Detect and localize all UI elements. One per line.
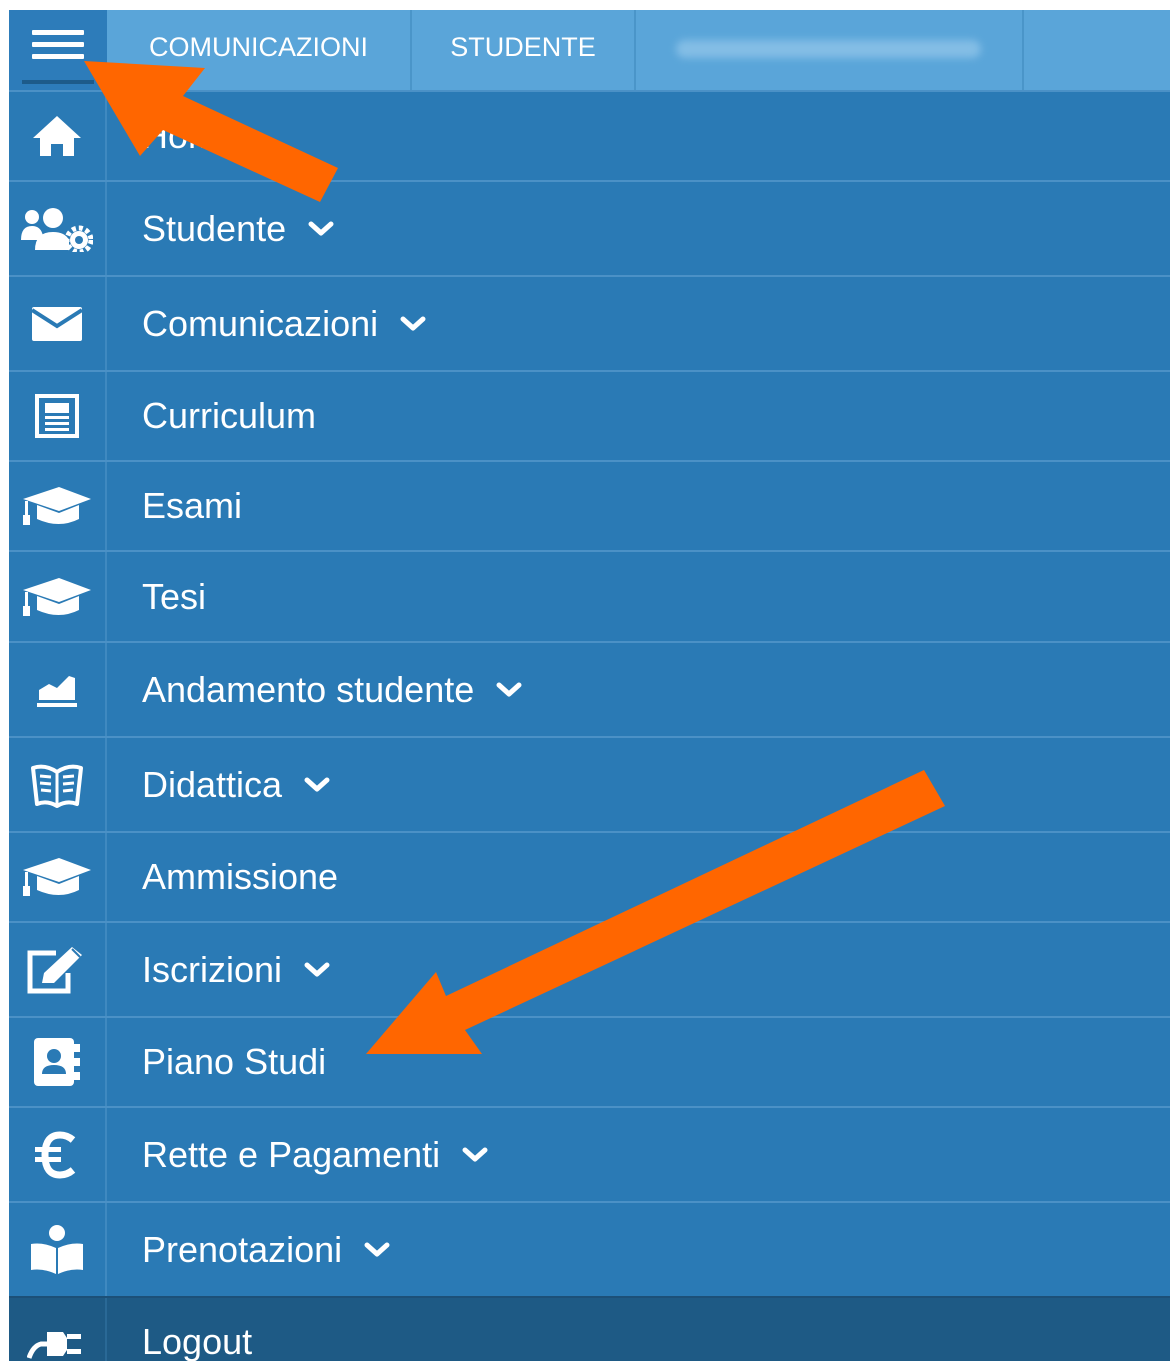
hamburger-menu-icon[interactable] — [9, 10, 107, 90]
menu-item-home[interactable]: Home — [9, 90, 1170, 180]
graduation-cap-icon — [9, 462, 107, 550]
menu-item-prenotazioni[interactable]: Prenotazioni — [9, 1201, 1170, 1296]
menu-item-label: Home — [142, 115, 239, 156]
chevron-down-icon — [364, 1242, 390, 1256]
menu-item-label: Curriculum — [142, 395, 317, 436]
menu-item-logout[interactable]: Logout — [9, 1296, 1170, 1361]
open-book-icon — [9, 738, 107, 831]
menu-item-label: Rette e Pagamenti — [142, 1133, 441, 1175]
top-navbar: COMUNICAZIONI STUDENTE — [9, 10, 1170, 90]
tab-user-name-blurred[interactable] — [636, 10, 1024, 90]
edit-icon — [9, 923, 107, 1016]
graduation-cap-icon — [9, 552, 107, 641]
menu-item-tesi[interactable]: Tesi — [9, 550, 1170, 641]
menu-item-label: Prenotazioni — [142, 1228, 343, 1270]
chevron-down-icon — [308, 221, 334, 235]
graduation-cap-icon — [9, 833, 107, 921]
menu-item-comunicazioni[interactable]: Comunicazioni — [9, 275, 1170, 370]
menu-item-piano-studi[interactable]: Piano Studi — [9, 1016, 1170, 1106]
chevron-down-icon — [304, 962, 330, 976]
menu-item-label: Esami — [142, 485, 243, 526]
chevron-down-icon — [462, 1147, 488, 1161]
menu-item-studente[interactable]: Studente — [9, 180, 1170, 275]
chevron-down-icon — [304, 777, 330, 791]
home-icon — [9, 92, 107, 180]
address-book-icon — [9, 1018, 107, 1106]
menu-item-label: Piano Studi — [142, 1041, 327, 1082]
chevron-down-icon — [400, 316, 426, 330]
menu-item-label: Studente — [142, 207, 287, 249]
envelope-icon — [9, 277, 107, 370]
menu-item-didattica[interactable]: Didattica — [9, 736, 1170, 831]
menu-item-label: Ammissione — [142, 856, 339, 897]
menu-item-label: Iscrizioni — [142, 948, 283, 990]
document-icon — [9, 372, 107, 460]
menu-item-label: Logout — [142, 1321, 253, 1361]
menu-item-iscrizioni[interactable]: Iscrizioni — [9, 921, 1170, 1016]
reader-icon — [9, 1203, 107, 1296]
area-chart-icon — [9, 643, 107, 736]
menu-item-label: Tesi — [142, 575, 207, 617]
menu-item-label: Comunicazioni — [142, 302, 379, 344]
euro-icon — [9, 1108, 107, 1201]
tab-comunicazioni[interactable]: COMUNICAZIONI — [107, 10, 412, 90]
chevron-down-icon — [496, 682, 522, 696]
menu-item-curriculum[interactable]: Curriculum — [9, 370, 1170, 460]
menu-item-andamento-studente[interactable]: Andamento studente — [9, 641, 1170, 736]
plug-icon — [9, 1298, 107, 1361]
app-window: COMUNICAZIONI STUDENTE Home Studente Com — [9, 10, 1170, 1361]
tab-studente[interactable]: STUDENTE — [412, 10, 636, 90]
users-cog-icon — [9, 182, 107, 275]
menu-item-label: Didattica — [142, 763, 283, 805]
menu-item-ammissione[interactable]: Ammissione — [9, 831, 1170, 921]
menu-item-label: Andamento studente — [142, 668, 475, 710]
menu-item-esami[interactable]: Esami — [9, 460, 1170, 550]
blurred-user-name — [676, 40, 981, 58]
menu-item-rette-e-pagamenti[interactable]: Rette e Pagamenti — [9, 1106, 1170, 1201]
